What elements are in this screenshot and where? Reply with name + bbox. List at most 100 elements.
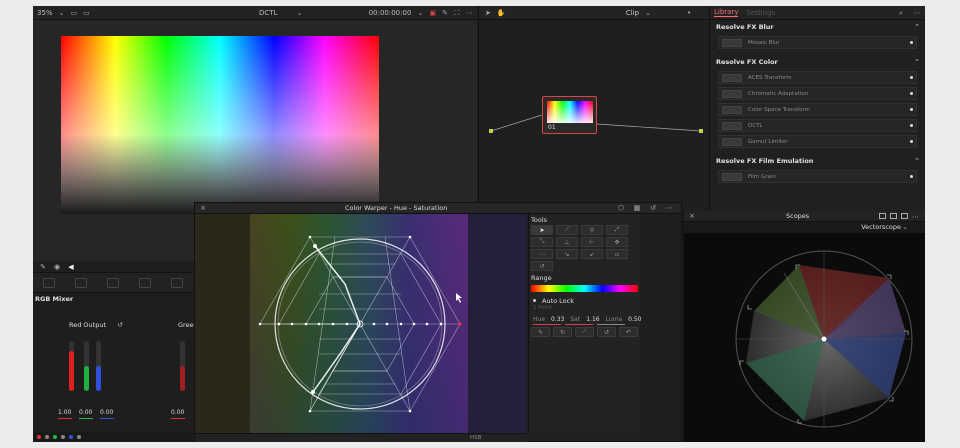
eye-icon[interactable]: ◉ [53, 263, 61, 271]
output-node [699, 129, 703, 133]
section-header[interactable]: Resolve FX Film Emulation ⌃ [714, 154, 921, 168]
dot-gray[interactable] [45, 435, 49, 439]
more-icon[interactable]: ⋯ [466, 9, 473, 17]
dot-gray[interactable] [61, 435, 65, 439]
bottom-node-dots [33, 432, 193, 442]
more-icon[interactable]: ⋯ [912, 213, 919, 221]
range-hue-bar[interactable] [531, 285, 638, 292]
sat-value[interactable]: 1.16 [586, 316, 599, 323]
reset-icon[interactable]: ↺ [649, 204, 657, 212]
expand-tool-button[interactable]: ⤢ [606, 225, 628, 235]
tab-settings[interactable]: Settings [746, 9, 775, 17]
undo-tool-button[interactable]: ↺ [531, 261, 553, 271]
layout-2-icon[interactable] [890, 213, 897, 219]
red-red-value[interactable]: 1.00 [58, 409, 71, 416]
pen-tool-button[interactable]: ⟋ [556, 225, 578, 235]
dots-tool-button[interactable]: ⋯ [531, 249, 553, 259]
hue-value[interactable]: 0.33 [551, 316, 564, 323]
warper-canvas[interactable] [195, 214, 527, 433]
align2-tool-button[interactable]: ⊢ [581, 237, 603, 247]
node-thumbnail [547, 101, 593, 123]
fx-item[interactable]: Film Grain [718, 170, 917, 183]
mesh-icon[interactable]: ⬡ [617, 204, 625, 212]
rotate-button[interactable]: ↻ [553, 327, 572, 337]
luma-value[interactable]: 0.50 [628, 316, 641, 323]
section-header[interactable]: Resolve FX Blur ⌃ [714, 20, 921, 34]
reset-icon[interactable]: ↺ [116, 321, 124, 329]
dot-green[interactable] [53, 435, 57, 439]
chevron-down-icon[interactable]: ⌄ [417, 9, 423, 17]
reset-button[interactable]: ↺ [597, 327, 616, 337]
palette-icon[interactable] [139, 277, 151, 288]
fx-item[interactable]: Chromatic Adaptation [718, 87, 917, 100]
more-icon[interactable]: ⋯ [913, 9, 921, 17]
scopes-titlebar: × Scopes ⋯ [684, 211, 925, 222]
chevron-down-icon[interactable]: ⌄ [297, 9, 303, 17]
hue-label: Hue [533, 315, 546, 323]
red-red-slider[interactable] [69, 341, 74, 391]
tab-library[interactable]: Library [714, 8, 739, 17]
auto-lock-toggle[interactable]: Auto Lock [531, 296, 638, 305]
viewer-split-icon[interactable]: ▭ [71, 9, 78, 17]
section-header[interactable]: Resolve FX Color ⌃ [714, 55, 921, 69]
viewer-grid-icon[interactable]: ▭ [83, 9, 90, 17]
zoom-level[interactable]: 35% [37, 9, 53, 17]
red-green-slider[interactable] [84, 341, 89, 391]
green-red-value[interactable]: 0.00 [171, 409, 184, 416]
align-tool-button[interactable]: ⊥ [556, 237, 578, 247]
fx-item[interactable]: Color Space Transform [718, 103, 917, 116]
fx-item[interactable]: Gamut Limiter [718, 135, 917, 148]
warper-mesh[interactable] [195, 214, 527, 433]
more-icon[interactable]: ⋯ [665, 204, 673, 212]
red-blue-slider[interactable] [96, 341, 101, 391]
focus-dropdown[interactable]: 1 Point [533, 305, 638, 314]
red-green-value[interactable]: 0.00 [79, 409, 92, 416]
layout-1-icon[interactable] [879, 213, 886, 219]
palette-icon[interactable] [107, 277, 119, 288]
fx-item[interactable]: Mosaic Blur [718, 36, 917, 49]
fx-item[interactable]: DCTL [718, 119, 917, 132]
node-01[interactable]: 01 [542, 96, 597, 134]
grid-icon[interactable]: ▦ [633, 204, 641, 212]
palette-icon[interactable] [75, 277, 87, 288]
brush-button[interactable]: ⟋ [575, 327, 594, 337]
dot-blue[interactable] [69, 435, 73, 439]
green-red-slider[interactable] [180, 341, 185, 391]
tool-grid: ➤ ⟋ ⚲ ⤢ ⤡ ⊥ ⊢ ✥ ⋯ ↘ ↙ ▫ ↺ [531, 225, 638, 271]
eyedropper-icon[interactable]: ✎ [39, 263, 47, 271]
record-icon[interactable]: ▣ [429, 9, 436, 17]
square-tool-button[interactable]: ▫ [606, 249, 628, 259]
pin-tool-button[interactable]: ⚲ [581, 225, 603, 235]
fullscreen-icon[interactable]: ⛶ [454, 9, 460, 17]
layout-4-icon[interactable] [901, 213, 908, 219]
fx-thumb [722, 89, 742, 98]
chevron-down-icon[interactable]: ⌄ [59, 9, 65, 17]
green-output-label: Gree [178, 321, 194, 329]
vectorscope [684, 233, 925, 442]
red-blue-value[interactable]: 0.00 [100, 409, 113, 416]
rgb-mixer-panel: ✎ ◉ ◀ RGB Mixer Red Output ↺ Gree 1.00 0… [33, 261, 194, 442]
green-underline [79, 418, 93, 419]
red-underline [171, 418, 185, 419]
palette-icon[interactable] [43, 277, 55, 288]
close-icon[interactable]: × [688, 212, 696, 220]
speaker-icon[interactable]: ◀ [67, 263, 75, 271]
dot-red[interactable] [37, 435, 41, 439]
move-tool-button[interactable]: ✥ [606, 237, 628, 247]
scope-mode-dropdown[interactable]: Vectorscope ⌄ [684, 222, 925, 232]
arrow1-tool-button[interactable]: ↘ [556, 249, 578, 259]
scope-layout-icons: ⋯ [879, 213, 919, 221]
select-tool-button[interactable]: ➤ [531, 225, 553, 235]
color-space-label[interactable]: HSB [470, 435, 481, 441]
undo-button[interactable]: ↶ [619, 327, 638, 337]
eyedropper-button[interactable]: ✎ [531, 327, 550, 337]
chevron-up-icon: ⌃ [914, 23, 920, 31]
fx-item[interactable]: ACES Transform [718, 71, 917, 84]
fit-tool-button[interactable]: ⤡ [531, 237, 553, 247]
close-icon[interactable]: × [199, 204, 207, 212]
palette-icon[interactable] [171, 277, 183, 288]
search-icon[interactable]: ⌕ [897, 9, 905, 17]
dot-gray[interactable] [77, 435, 81, 439]
highlight-icon[interactable]: ✎ [442, 9, 448, 17]
arrow2-tool-button[interactable]: ↙ [581, 249, 603, 259]
